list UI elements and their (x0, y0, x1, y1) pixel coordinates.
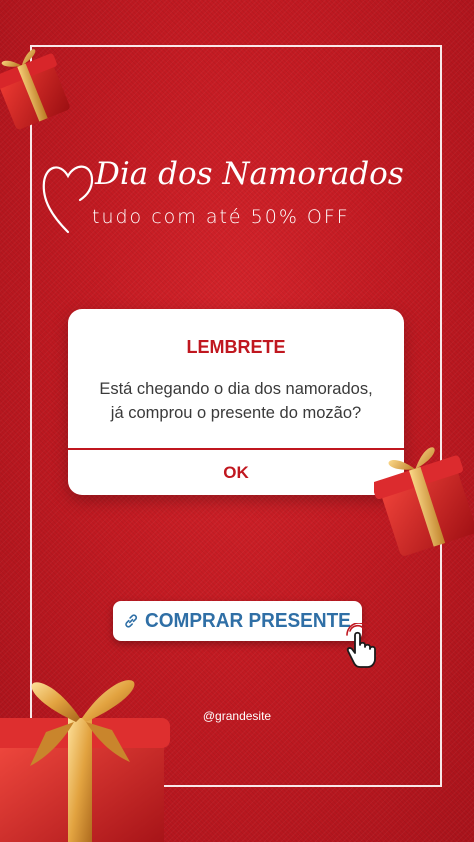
page-subtitle: tudo com até 50% OFF (92, 206, 350, 228)
dialog-message: Está chegando o dia dos namorados, já co… (84, 377, 388, 425)
gift-box-icon (0, 680, 170, 842)
buy-gift-button[interactable]: COMPRAR PRESENTE (113, 601, 362, 641)
gift-box-icon (374, 447, 474, 556)
page-title: Dia dos Namorados (95, 156, 404, 192)
pointing-hand-icon (346, 623, 376, 668)
link-icon (125, 614, 137, 628)
heart-outline-icon (42, 165, 94, 234)
buy-gift-label: COMPRAR PRESENTE (145, 609, 352, 632)
ok-button[interactable]: OK (68, 450, 404, 495)
reminder-dialog: LEMBRETE Está chegando o dia dos namorad… (68, 309, 404, 495)
dialog-message-line-2: já comprou o presente do mozão? (110, 404, 362, 422)
gift-box-icon (0, 49, 70, 130)
dialog-message-line-1: Está chegando o dia dos namorados, (99, 380, 373, 398)
dialog-title: LEMBRETE (186, 337, 286, 357)
header: Dia dos Namorados tudo com até 50% OFF (0, 150, 474, 240)
